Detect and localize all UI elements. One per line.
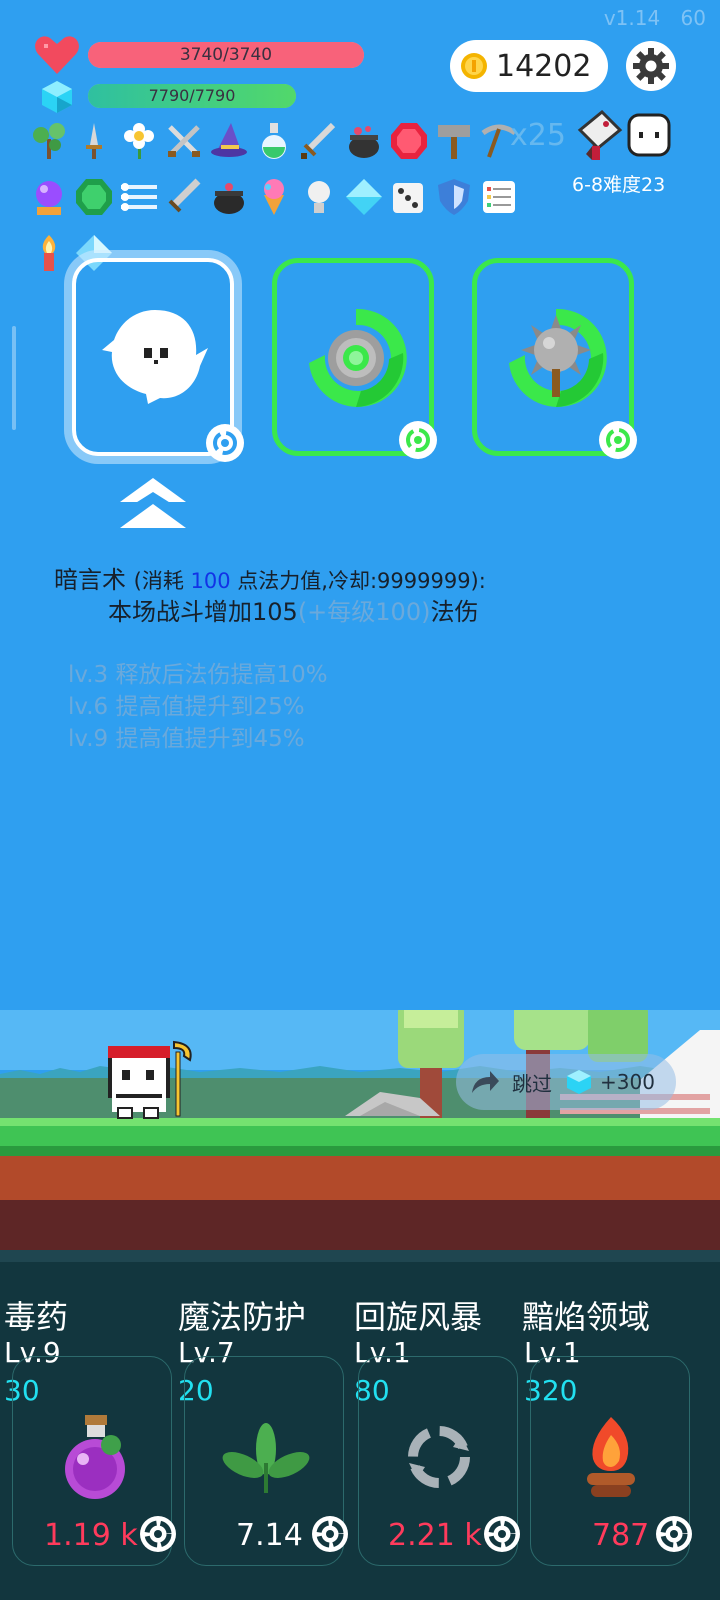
gear-icon [633, 48, 669, 84]
hammer-icon[interactable] [433, 120, 475, 162]
upgrade-list: 毒药 Lv.9 30 1.19 k 魔法防护 Lv.7 20 7.14 回旋风暴… [0, 1292, 720, 1600]
skip-reward: +300 [600, 1070, 655, 1094]
settings-button[interactable] [626, 41, 676, 91]
whirlwind-icon [408, 1426, 470, 1488]
upgrade-gear-icon[interactable] [138, 1514, 178, 1554]
card-refresh-button[interactable] [599, 421, 637, 459]
card-refresh-button[interactable] [399, 421, 437, 459]
ghost-icon [102, 310, 208, 404]
upgrade-name: 魔法防护 [178, 1298, 307, 1336]
skill-effect-text: 本场战斗增加105 [108, 598, 298, 626]
side-scrollbar[interactable] [12, 326, 16, 430]
coin-amount: 14202 [496, 48, 592, 84]
upgrade-value: 787 [592, 1518, 650, 1553]
hp-bar: 3740/3740 [88, 42, 364, 68]
diamond-icon[interactable] [343, 176, 385, 218]
upgrade-value: 2.21 k [388, 1518, 482, 1553]
share-arrow-icon [472, 1071, 499, 1093]
skill-effect-per-level: (+每级100) [297, 598, 431, 626]
skip-button[interactable]: 跳过 +300 [456, 1054, 676, 1110]
upgrade-name: 毒药 [4, 1298, 69, 1336]
skill-level-bonus: lv.6 提高值提升到25% [68, 694, 305, 720]
heart-icon [34, 34, 80, 80]
broadsword-icon[interactable] [163, 176, 205, 218]
dice-icon[interactable] [388, 176, 430, 218]
ghost-boss-icon [626, 112, 672, 162]
mp-text: 7790/7790 [148, 86, 236, 105]
light-bulb-icon[interactable] [298, 176, 340, 218]
gold-coin-icon [461, 53, 487, 79]
refresh-icon [606, 428, 630, 452]
upgrade-gear-icon[interactable] [482, 1514, 522, 1554]
long-sword-icon[interactable] [298, 120, 340, 162]
cleaver-monster-icon [574, 109, 624, 166]
ruby-icon[interactable] [388, 120, 430, 162]
stage-difficulty-label: 6-8难度23 [572, 174, 666, 196]
upgrade-value: 7.14 [236, 1518, 303, 1553]
sapling-icon[interactable] [28, 120, 70, 162]
vortex-shield-skill-card[interactable] [272, 258, 437, 459]
skill-level-bonus: lv.9 提高值提升到45% [68, 726, 305, 752]
cauldron-icon[interactable] [343, 120, 385, 162]
vortex-shield-icon [309, 308, 407, 407]
refresh-icon [213, 431, 237, 455]
upgrade-name: 黯焰领域 [522, 1298, 651, 1336]
version-label: v1.14 60 [604, 6, 706, 30]
leaves-icon [222, 1423, 310, 1493]
campfire-icon [587, 1417, 635, 1497]
card-refresh-button[interactable] [206, 424, 244, 462]
triple-lines-icon[interactable] [118, 176, 160, 218]
upgrade-gear-icon[interactable] [654, 1514, 694, 1554]
upgrade-value: 1.19 k [44, 1518, 138, 1553]
version-text: v1.14 [603, 6, 661, 30]
item-row-2 [28, 176, 520, 218]
refresh-icon [406, 428, 430, 452]
skip-label: 跳过 [512, 1071, 552, 1096]
wizard-hat-icon[interactable] [208, 120, 250, 162]
upgrade-name: 回旋风暴 [354, 1298, 483, 1336]
item-row-1 [28, 120, 520, 162]
mana-crystal-icon [40, 80, 74, 118]
emerald-icon[interactable] [73, 176, 115, 218]
skill-cost-suffix: 点法力值,冷却:9999999): [230, 569, 486, 593]
skill-effect: 本场战斗增加105(+每级100)法伤 [108, 592, 478, 627]
spiked-mace-icon [509, 308, 607, 407]
selection-arrow-icon [120, 478, 186, 534]
crossed-swords-icon[interactable] [163, 120, 205, 162]
hero-character [108, 1040, 192, 1119]
battle-scene: 跳过 +300 [0, 966, 720, 1270]
scroll-list-icon[interactable] [478, 176, 520, 218]
shield-icon[interactable] [433, 176, 475, 218]
poison-flask-icon [65, 1415, 125, 1499]
mp-bar: 7790/7790 [88, 84, 296, 108]
fps-counter: 60 [680, 6, 706, 30]
ice-cream-icon[interactable] [253, 176, 295, 218]
white-flower-icon[interactable] [118, 120, 160, 162]
dagger-icon[interactable] [73, 120, 115, 162]
mana-crystal-icon [567, 1070, 591, 1094]
ghost-skill-card[interactable] [72, 258, 244, 462]
spiked-mace-skill-card[interactable] [472, 258, 637, 459]
crystal-ball-icon[interactable] [28, 176, 70, 218]
skill-cost-prefix: (消耗 [133, 569, 191, 593]
skill-effect-suffix: 法伤 [430, 598, 479, 626]
coin-counter: 14202 [450, 40, 608, 92]
skill-mana-cost: 100 [190, 569, 231, 593]
hp-text: 3740/3740 [179, 45, 273, 65]
skill-header: 暗言术 (消耗 100 点法力值,冷却:9999999): [54, 560, 486, 595]
green-potion-icon[interactable] [253, 120, 295, 162]
skill-level-bonus: lv.3 释放后法伤提高10% [68, 662, 328, 688]
black-pot-icon[interactable] [208, 176, 250, 218]
torch-icon[interactable] [28, 232, 70, 274]
upgrade-gear-icon[interactable] [310, 1514, 350, 1554]
item-multiplier: x25 [510, 118, 566, 153]
skill-name: 暗言术 [54, 566, 126, 594]
